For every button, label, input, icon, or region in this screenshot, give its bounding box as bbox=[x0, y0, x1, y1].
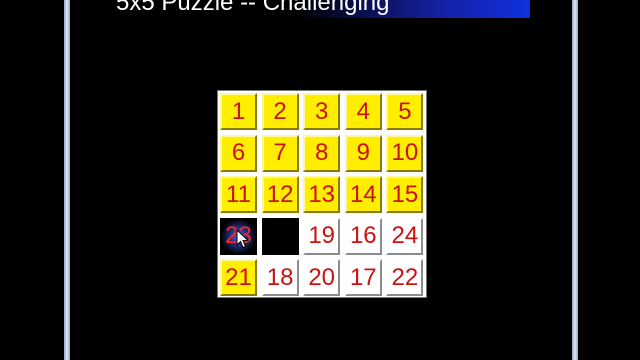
puzzle-tile[interactable]: 12 bbox=[261, 176, 299, 214]
window-frame-left bbox=[64, 0, 70, 360]
puzzle-board: 1 2 3 4 5 6 7 8 9 10 11 12 13 14 15 23 19 16 24 21 18 20 17 22 bbox=[217, 90, 427, 298]
puzzle-tile[interactable]: 23 bbox=[220, 217, 257, 255]
puzzle-tile[interactable]: 1 bbox=[220, 93, 257, 130]
empty-slot bbox=[261, 217, 299, 255]
puzzle-tile[interactable]: 5 bbox=[386, 93, 424, 130]
puzzle-tile[interactable]: 6 bbox=[220, 134, 257, 172]
puzzle-tile[interactable]: 3 bbox=[303, 93, 341, 130]
puzzle-tile[interactable]: 8 bbox=[303, 134, 341, 172]
window-frame-right bbox=[572, 0, 578, 360]
puzzle-tile[interactable]: 24 bbox=[386, 217, 424, 255]
puzzle-tile[interactable]: 20 bbox=[303, 259, 341, 297]
puzzle-tile[interactable]: 11 bbox=[220, 176, 257, 214]
puzzle-tile[interactable]: 21 bbox=[220, 259, 257, 297]
puzzle-title: 5x5 Puzzle -- Challenging bbox=[116, 0, 390, 16]
puzzle-tile[interactable]: 7 bbox=[261, 134, 299, 172]
puzzle-tile[interactable]: 4 bbox=[344, 93, 382, 130]
puzzle-tile[interactable]: 17 bbox=[344, 259, 382, 297]
puzzle-tile[interactable]: 14 bbox=[344, 176, 382, 214]
puzzle-tile[interactable]: 10 bbox=[386, 134, 424, 172]
puzzle-screen: 5x5 Puzzle -- Challenging 1 2 3 4 5 6 7 8 9 10 11 1… bbox=[0, 0, 640, 360]
puzzle-tile[interactable]: 16 bbox=[344, 217, 382, 255]
puzzle-tile[interactable]: 18 bbox=[261, 259, 299, 297]
puzzle-tile[interactable]: 15 bbox=[386, 176, 424, 214]
puzzle-tile[interactable]: 19 bbox=[303, 217, 341, 255]
puzzle-tile[interactable]: 13 bbox=[303, 176, 341, 214]
puzzle-tile[interactable]: 2 bbox=[261, 93, 299, 130]
puzzle-tile[interactable]: 22 bbox=[386, 259, 424, 297]
title-bar: 5x5 Puzzle -- Challenging bbox=[104, 0, 530, 18]
puzzle-tile[interactable]: 9 bbox=[344, 134, 382, 172]
